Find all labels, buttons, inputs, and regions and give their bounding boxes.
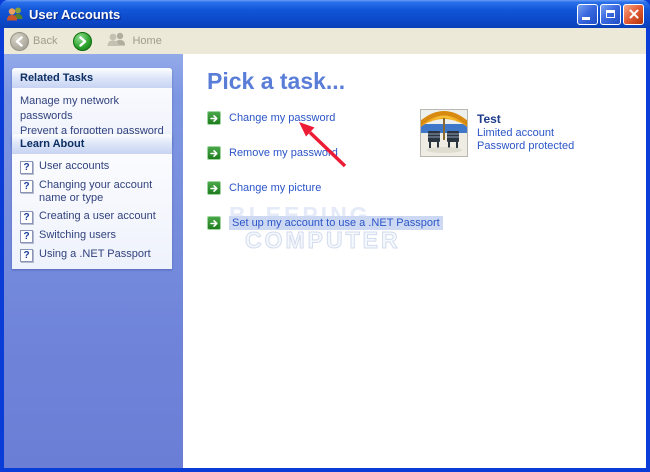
learn-link-switching-users[interactable]: ? Switching users [20,229,166,243]
related-tasks-title: Related Tasks [12,68,172,88]
learn-label: Changing your account name or type [39,179,153,204]
page-title: Pick a task... [207,68,346,94]
task-sidebar: Related Tasks Manage my network password… [4,54,183,468]
help-icon: ? [20,249,33,262]
help-icon: ? [20,211,33,224]
task-label: Change my password [229,112,336,124]
learn-about-body: ? User accounts ? Changing your account … [12,154,172,269]
title-bar: User Accounts [0,0,650,28]
user-accounts-window: User Accounts Back Home Related Tasks Ma… [0,0,650,472]
learn-link-changing-account[interactable]: ? Changing your account name or type [20,179,166,205]
minimize-icon [582,16,590,20]
navigation-toolbar: Back Home [4,28,646,54]
back-arrow-icon [10,31,29,51]
task-remove-password[interactable]: Remove my password [207,146,338,160]
back-button[interactable]: Back [10,31,58,51]
learn-link-net-passport[interactable]: ? Using a .NET Passport [20,248,166,262]
task-setup-net-passport[interactable]: Set up my account to use a .NET Passport [207,216,443,230]
account-type: Limited account [477,127,555,139]
learn-about-title: Learn About [12,134,172,154]
task-label: Set up my account to use a .NET Passport [229,216,443,230]
task-label: Change my picture [229,182,322,194]
forward-arrow-icon [73,31,93,51]
learn-label: Using a .NET Passport [39,248,151,260]
maximize-icon [606,10,615,18]
sidebar-link-manage-network-passwords[interactable]: Manage my network passwords [20,94,166,124]
home-button[interactable]: Home [106,31,162,52]
forward-button[interactable] [73,31,93,51]
help-icon: ? [20,161,33,174]
help-icon: ? [20,180,33,193]
green-arrow-icon [207,146,221,160]
home-users-icon [106,31,128,52]
window-body: Back Home Related Tasks Manage my networ… [4,28,646,468]
help-icon: ? [20,230,33,243]
user-accounts-icon [6,6,24,22]
account-picture[interactable] [419,109,469,157]
learn-about-box: Learn About ? User accounts ? Changing y… [12,134,172,269]
close-button[interactable] [623,3,644,25]
green-arrow-icon [207,181,221,195]
main-pane: Pick a task... BLEEPING COMPUTER Change … [183,54,646,468]
learn-label: Creating a user account [39,210,156,222]
task-label: Remove my password [229,147,338,159]
learn-link-creating-account[interactable]: ? Creating a user account [20,210,166,224]
learn-label: Switching users [39,229,117,241]
task-change-password[interactable]: Change my password [207,111,335,125]
task-change-picture[interactable]: Change my picture [207,181,321,195]
minimize-button[interactable] [577,3,598,25]
account-name: Test [477,112,501,126]
watermark-line2: COMPUTER [245,227,401,254]
maximize-button[interactable] [600,3,621,25]
learn-label: User accounts [39,160,110,172]
green-arrow-icon [207,216,221,230]
green-arrow-icon [207,111,221,125]
content-area: Related Tasks Manage my network password… [4,54,646,468]
home-label: Home [132,35,162,47]
account-status: Password protected [477,140,575,152]
window-title: User Accounts [29,6,121,22]
learn-link-user-accounts[interactable]: ? User accounts [20,160,166,174]
close-icon [629,9,638,19]
back-label: Back [33,35,58,47]
window-controls [577,3,644,25]
